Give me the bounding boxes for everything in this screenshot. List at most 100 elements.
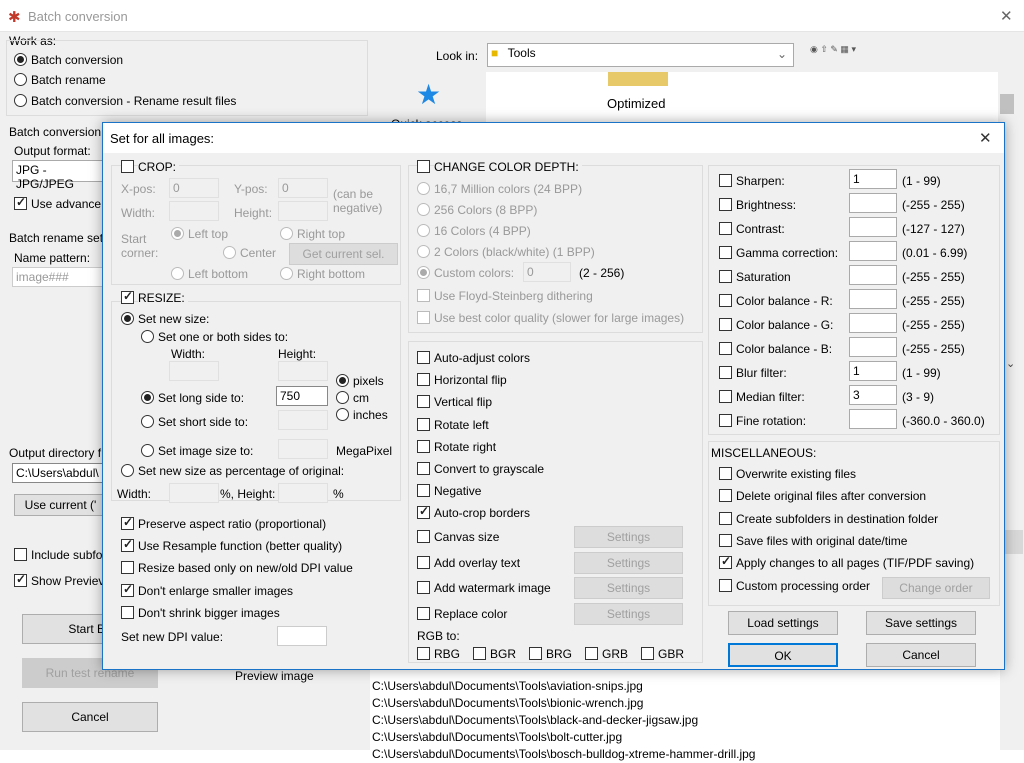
adjust-checkbox[interactable] [719, 341, 732, 355]
output-dir-input[interactable]: C:\Users\abdul\ [12, 463, 107, 483]
image-size-radio[interactable] [141, 444, 154, 457]
with-settings-checkbox[interactable] [417, 581, 430, 594]
set-new-size-radio[interactable] [121, 312, 134, 325]
transform-checkbox[interactable] [417, 439, 430, 453]
adjust-checkbox[interactable] [719, 389, 732, 403]
quick-access-star-icon[interactable]: ★ [416, 78, 441, 111]
resample-checkbox[interactable] [121, 537, 134, 552]
with-settings-checkbox[interactable] [417, 555, 430, 569]
preserve-aspect-checkbox[interactable] [121, 515, 134, 530]
transform-checkbox[interactable] [417, 462, 430, 475]
dont-shrink-checkbox[interactable] [121, 606, 134, 619]
color-option-label: 2 Colors (black/white) (1 BPP) [434, 245, 595, 259]
short-side-radio[interactable] [141, 415, 154, 428]
cancel-main-button[interactable]: Cancel [22, 702, 158, 732]
adjust-input[interactable] [849, 288, 897, 309]
adjust-checkbox[interactable] [719, 269, 732, 283]
resize-height-label: Height: [278, 347, 317, 361]
misc-checkbox[interactable] [719, 467, 732, 480]
name-pattern-input[interactable]: image### [12, 267, 107, 287]
transform-checkbox[interactable] [417, 417, 430, 431]
look-in-select[interactable]: ■ Tools ⌄ [487, 43, 794, 67]
adjust-checkbox[interactable] [719, 221, 732, 235]
panel-chevron-icon[interactable]: ⌄ [1006, 357, 1015, 370]
include-subfolders-checkbox[interactable] [14, 548, 27, 561]
inches-radio[interactable] [336, 408, 349, 421]
adjust-checkbox[interactable] [719, 245, 732, 259]
mode-convert-rename-radio[interactable] [14, 94, 27, 107]
center-radio [223, 246, 236, 259]
rgb-option-checkbox[interactable] [417, 647, 430, 660]
adjust-input[interactable] [849, 336, 897, 357]
misc-checkbox[interactable] [719, 489, 732, 503]
adjust-input[interactable] [849, 312, 897, 333]
file-list-item[interactable]: C:\Users\abdul\Documents\Tools\black-and… [370, 712, 1000, 729]
adjust-checkbox[interactable] [719, 317, 732, 331]
crop-checkbox[interactable] [121, 160, 134, 173]
adjust-input[interactable]: 1 [849, 360, 897, 381]
with-settings-label: Canvas size [434, 530, 500, 544]
file-list-item[interactable]: C:\Users\abdul\Documents\Tools\bolt-cutt… [370, 729, 1000, 746]
folder-thumbnail[interactable] [608, 72, 668, 86]
adjust-checkbox[interactable] [719, 293, 732, 307]
with-settings-checkbox[interactable] [417, 530, 430, 543]
file-list[interactable]: C:\Users\abdul\Documents\Tools\aviation-… [370, 670, 1000, 761]
file-list-item[interactable]: C:\Users\abdul\Documents\Tools\bionic-wr… [370, 695, 1000, 712]
rgb-option-checkbox[interactable] [585, 647, 598, 660]
transform-checkbox[interactable] [417, 504, 430, 520]
dpi-value-input[interactable] [277, 626, 327, 646]
file-list-item[interactable] [370, 670, 1000, 678]
misc-checkbox[interactable] [719, 578, 732, 592]
with-settings-checkbox[interactable] [417, 606, 430, 620]
show-preview-checkbox[interactable] [14, 572, 27, 587]
file-list-item[interactable]: C:\Users\abdul\Documents\Tools\aviation-… [370, 678, 1000, 695]
dpi-only-checkbox[interactable] [121, 561, 134, 574]
resize-checkbox[interactable] [121, 289, 134, 304]
misc-checkbox[interactable] [719, 554, 732, 570]
misc-checkbox[interactable] [719, 511, 732, 525]
color-depth-checkbox[interactable] [417, 160, 430, 173]
one-or-both-sides-radio[interactable] [141, 330, 154, 343]
adjust-checkbox[interactable] [719, 197, 732, 211]
adjust-input[interactable] [849, 408, 897, 429]
adjust-input[interactable]: 3 [849, 384, 897, 405]
dialog-close-icon[interactable]: ✕ [979, 129, 992, 147]
transform-checkbox[interactable] [417, 484, 430, 498]
adjust-input[interactable] [849, 216, 897, 237]
misc-checkbox[interactable] [719, 533, 732, 547]
adjust-input[interactable] [849, 240, 897, 261]
transform-checkbox[interactable] [417, 395, 430, 409]
start-corner-label: Start corner: [121, 232, 159, 260]
rgb-option-checkbox[interactable] [473, 647, 486, 660]
rgb-option-checkbox[interactable] [641, 647, 654, 660]
folder-scroll-thumb[interactable] [1000, 94, 1014, 114]
adjust-input[interactable]: 1 [849, 169, 897, 189]
output-format-select[interactable]: JPG - JPG/JPEG [12, 160, 107, 191]
adjust-checkbox[interactable] [719, 365, 732, 379]
file-list-item[interactable]: C:\Users\abdul\Documents\Tools\bosch-bul… [370, 746, 1000, 763]
pixels-radio[interactable] [336, 374, 349, 387]
dialog-cancel-button[interactable]: Cancel [866, 643, 976, 667]
use-current-button[interactable]: Use current (' [14, 494, 107, 516]
use-advanced-checkbox[interactable] [14, 195, 27, 210]
transform-checkbox[interactable] [417, 351, 430, 364]
dont-enlarge-checkbox[interactable] [121, 582, 134, 597]
rgb-option-checkbox[interactable] [529, 647, 542, 660]
panel-scrollbar-track[interactable] [1005, 530, 1023, 554]
long-side-input[interactable]: 750 [276, 386, 328, 406]
adjust-input[interactable] [849, 264, 897, 285]
load-settings-button[interactable]: Load settings [728, 611, 838, 635]
transform-checkbox[interactable] [417, 373, 430, 387]
adjust-checkbox[interactable] [719, 174, 732, 187]
ok-button[interactable]: OK [728, 643, 838, 667]
long-side-radio[interactable] [141, 391, 154, 404]
adjust-checkbox[interactable] [719, 413, 732, 427]
nav-toolbar-icons[interactable]: ◉ ⇧ ✎ ▦ ▾ [810, 44, 856, 55]
cm-radio[interactable] [336, 391, 349, 404]
mode-batch-rename-radio[interactable] [14, 73, 27, 86]
window-close-icon[interactable]: ✕ [1000, 7, 1013, 25]
save-settings-button[interactable]: Save settings [866, 611, 976, 635]
adjust-input[interactable] [849, 192, 897, 213]
percentage-radio[interactable] [121, 464, 134, 477]
mode-batch-conversion-radio[interactable] [14, 53, 27, 66]
